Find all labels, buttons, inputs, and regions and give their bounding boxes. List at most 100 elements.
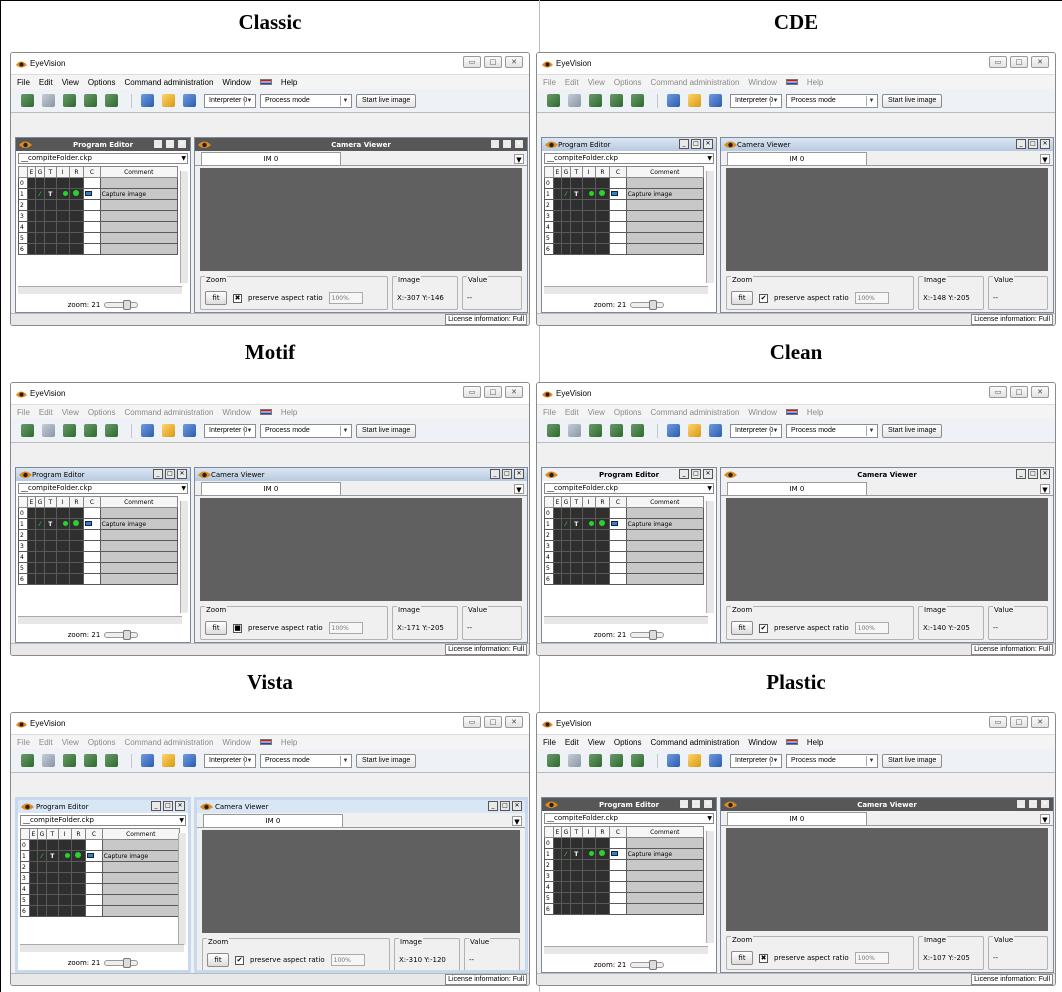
- program-cell[interactable]: [27, 529, 36, 541]
- step-over-icon[interactable]: [84, 424, 97, 437]
- menu-item-file[interactable]: File: [543, 408, 556, 417]
- close-icon[interactable]: ✕: [505, 716, 523, 728]
- start-live-image-button[interactable]: Start live image: [356, 423, 417, 438]
- program-cell[interactable]: [44, 573, 57, 585]
- program-cell[interactable]: [34, 177, 46, 189]
- command-cell[interactable]: [609, 177, 627, 189]
- command-cell[interactable]: [609, 232, 627, 244]
- mode-select[interactable]: Process mode ▼: [786, 753, 878, 768]
- zoom-slider[interactable]: [630, 630, 665, 640]
- panel-maximize-icon[interactable]: □: [500, 801, 510, 811]
- menu-item-options[interactable]: Options: [614, 78, 642, 87]
- menu-item-edit[interactable]: Edit: [565, 78, 579, 87]
- program-grid[interactable]: E G T I R C Comment 0 1 ⁄ T Capture image 2 3 4 5 6: [544, 496, 705, 585]
- table-row[interactable]: 5: [20, 894, 181, 906]
- program-cell[interactable]: [36, 905, 48, 917]
- program-cell[interactable]: [560, 232, 572, 244]
- program-grid[interactable]: E G T I R C Comment 0 1 ⁄ T Capture image 2 3 4 5 6: [544, 826, 705, 915]
- program-cell[interactable]: [570, 881, 583, 893]
- command-cell[interactable]: [83, 243, 101, 255]
- horizontal-scrollbar[interactable]: [18, 616, 182, 624]
- table-row[interactable]: 3: [20, 872, 181, 884]
- program-cell[interactable]: [560, 177, 572, 189]
- program-cell[interactable]: [553, 562, 562, 574]
- menu-item-help[interactable]: Help: [281, 78, 297, 87]
- panel-close-icon[interactable]: ✕: [177, 139, 187, 149]
- interpreter-select[interactable]: Interpreter 0 ▼: [204, 423, 256, 438]
- program-cell[interactable]: [46, 839, 59, 851]
- program-cell[interactable]: [570, 903, 583, 915]
- save-icon[interactable]: [709, 94, 722, 107]
- program-cell[interactable]: [68, 551, 85, 563]
- comment-cell[interactable]: Capture image: [99, 518, 179, 530]
- maximize-icon[interactable]: □: [1010, 56, 1028, 68]
- column-header[interactable]: T: [570, 166, 583, 178]
- command-cell[interactable]: [85, 850, 103, 862]
- table-row[interactable]: 1 ⁄ T Capture image: [18, 518, 179, 530]
- program-cell[interactable]: T: [44, 188, 57, 200]
- close-icon[interactable]: ✕: [505, 386, 523, 398]
- program-cell[interactable]: [581, 881, 596, 893]
- program-cell[interactable]: [560, 529, 572, 541]
- program-cell[interactable]: [55, 199, 70, 211]
- panel-close-icon[interactable]: ✕: [703, 799, 713, 809]
- program-cell[interactable]: [27, 199, 36, 211]
- program-cell[interactable]: [57, 850, 72, 862]
- open-folder-icon[interactable]: [688, 424, 701, 437]
- program-cell[interactable]: [44, 221, 57, 233]
- zoom-percent-select[interactable]: 100%: [330, 954, 365, 966]
- panel-close-icon[interactable]: ✕: [512, 801, 522, 811]
- program-cell[interactable]: [70, 894, 87, 906]
- table-row[interactable]: 2: [20, 861, 181, 873]
- column-header[interactable]: Comment: [625, 166, 705, 178]
- step-icon[interactable]: [568, 424, 581, 437]
- panel-maximize-icon[interactable]: □: [691, 139, 701, 149]
- program-cell[interactable]: [553, 573, 562, 585]
- column-header[interactable]: C: [609, 496, 627, 508]
- language-flag-icon[interactable]: [259, 79, 272, 85]
- program-cell[interactable]: [36, 894, 48, 906]
- menu-item-edit[interactable]: Edit: [565, 738, 579, 747]
- comment-cell[interactable]: [99, 507, 179, 519]
- panel-close-icon[interactable]: ✕: [175, 801, 185, 811]
- close-icon[interactable]: ✕: [1031, 56, 1049, 68]
- column-header[interactable]: G: [36, 828, 48, 840]
- program-cell[interactable]: [44, 243, 57, 255]
- zoom-slider-handle[interactable]: [649, 630, 658, 640]
- table-row[interactable]: 5: [544, 562, 705, 574]
- program-cell[interactable]: T: [570, 188, 583, 200]
- program-cell[interactable]: [594, 540, 611, 552]
- interpreter-select[interactable]: Interpreter 0 ▼: [204, 753, 256, 768]
- program-cell[interactable]: [594, 848, 611, 860]
- program-cell[interactable]: [57, 894, 72, 906]
- program-cell[interactable]: [68, 210, 85, 222]
- menu-item-window[interactable]: Window: [748, 408, 776, 417]
- panel-close-icon[interactable]: ✕: [514, 139, 524, 149]
- menu-item-edit[interactable]: Edit: [39, 738, 53, 747]
- panel-maximize-icon[interactable]: □: [165, 139, 175, 149]
- preserve-aspect-checkbox[interactable]: ✔: [235, 955, 244, 965]
- command-cell[interactable]: [85, 894, 103, 906]
- program-cell[interactable]: [34, 210, 46, 222]
- menu-item-command-administration[interactable]: Command administration: [650, 78, 739, 87]
- program-cell[interactable]: [581, 903, 596, 915]
- program-cell[interactable]: [57, 839, 72, 851]
- comment-cell[interactable]: [99, 199, 179, 211]
- program-cell[interactable]: [570, 562, 583, 574]
- panel-close-icon[interactable]: ✕: [1040, 799, 1050, 809]
- command-cell[interactable]: [85, 905, 103, 917]
- program-cell[interactable]: [68, 177, 85, 189]
- program-cell[interactable]: [55, 551, 70, 563]
- command-cell[interactable]: [609, 903, 627, 915]
- panel-close-icon[interactable]: ✕: [177, 469, 187, 479]
- program-file-select[interactable]: __compiteFolder.ckp ▼: [20, 815, 186, 826]
- comment-cell[interactable]: [99, 540, 179, 552]
- program-file-select[interactable]: __compiteFolder.ckp ▼: [18, 153, 188, 164]
- program-cell[interactable]: [27, 507, 36, 519]
- program-cell[interactable]: [570, 529, 583, 541]
- fit-button[interactable]: fit: [731, 951, 753, 965]
- step-icon[interactable]: [42, 424, 55, 437]
- command-cell[interactable]: [609, 859, 627, 871]
- program-cell[interactable]: [594, 551, 611, 563]
- column-header[interactable]: I: [581, 496, 596, 508]
